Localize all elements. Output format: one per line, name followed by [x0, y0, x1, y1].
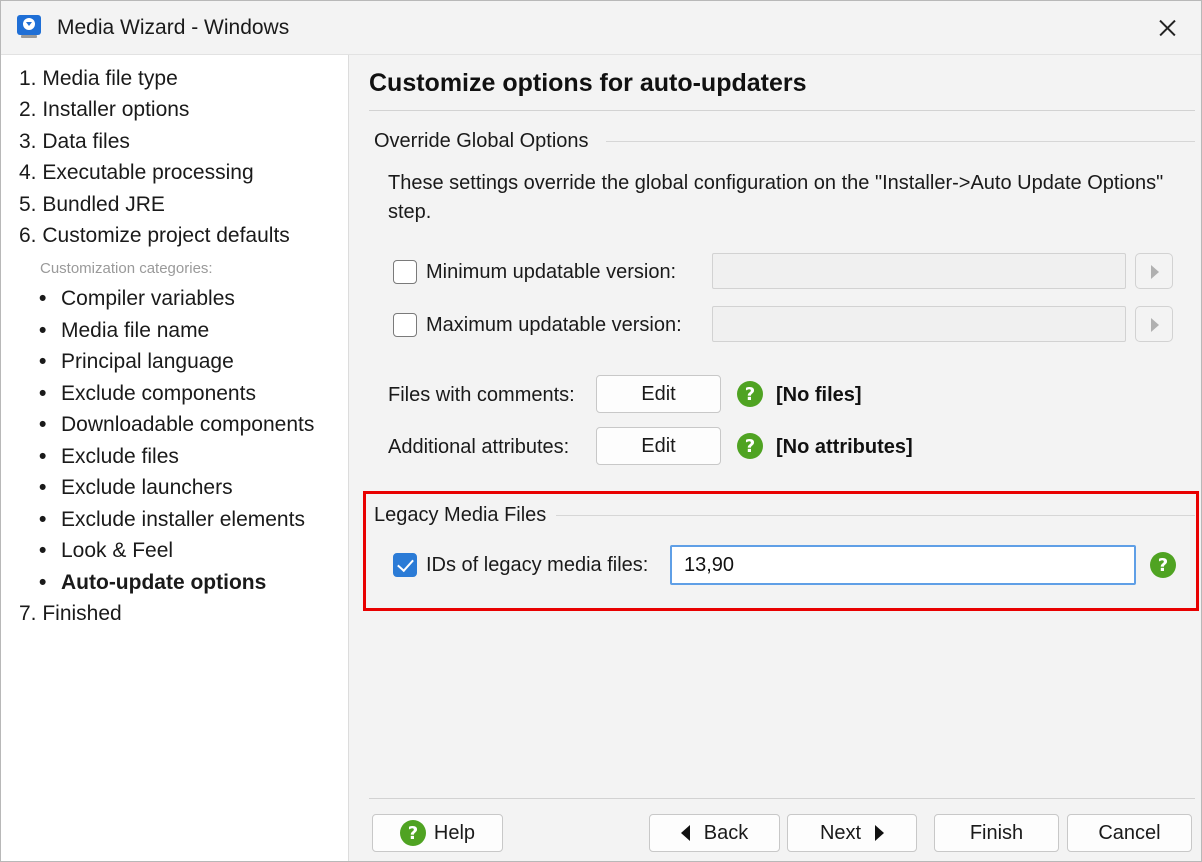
- customization-categories-label: Customization categories:: [40, 260, 213, 277]
- wizard-steps-sidebar: 1. Media file type 2. Installer options …: [1, 55, 349, 861]
- bullet: •: [39, 413, 47, 436]
- main-content: Customize options for auto-updaters Over…: [350, 55, 1201, 861]
- additional-attributes-label: Additional attributes:: [388, 436, 570, 458]
- legacy-ids-input[interactable]: 13,90: [670, 545, 1136, 585]
- category-label: Downloadable components: [61, 413, 315, 436]
- title-bar: Media Wizard - Windows: [1, 1, 1201, 55]
- bullet: •: [39, 445, 47, 468]
- step-bundled-jre[interactable]: 5. Bundled JRE: [19, 193, 165, 217]
- legacy-group-divider: [556, 515, 1195, 516]
- next-arrow-icon: [875, 825, 885, 841]
- category-label: Look & Feel: [61, 539, 174, 562]
- max-version-play-icon[interactable]: [1135, 306, 1173, 342]
- override-description: These settings override the global confi…: [388, 172, 1164, 223]
- heading-divider: [369, 110, 1195, 111]
- min-version-play-icon[interactable]: [1135, 253, 1173, 289]
- category-label: Exclude components: [61, 382, 256, 405]
- files-with-comments-edit-button[interactable]: Edit: [596, 375, 721, 413]
- category-label: Exclude installer elements: [61, 508, 305, 531]
- window-title: Media Wizard - Windows: [57, 16, 290, 39]
- help-button[interactable]: ? Help: [372, 814, 503, 852]
- bullet: •: [39, 350, 47, 373]
- override-global-options-title: Override Global Options: [374, 130, 589, 152]
- files-with-comments-label: Files with comments:: [388, 384, 575, 406]
- cancel-button[interactable]: Cancel: [1067, 814, 1192, 852]
- bullet: •: [39, 319, 47, 342]
- step-customize-project-defaults[interactable]: 6. Customize project defaults: [19, 224, 290, 248]
- step-installer-options[interactable]: 2. Installer options: [19, 98, 189, 122]
- media-wizard-window: Media Wizard - Windows 1. Media file typ…: [0, 0, 1202, 862]
- bullet: •: [39, 571, 47, 594]
- max-version-label: Maximum updatable version:: [426, 314, 682, 336]
- category-label: Compiler variables: [61, 287, 235, 310]
- help-icon: ?: [399, 820, 426, 846]
- media-wizard-app-icon: [17, 15, 41, 38]
- help-icon[interactable]: ?: [1150, 552, 1176, 578]
- additional-attributes-edit-button[interactable]: Edit: [596, 427, 721, 465]
- help-button-label: Help: [433, 821, 476, 844]
- next-button[interactable]: Next: [787, 814, 917, 852]
- category-exclude-files[interactable]: • Exclude files: [39, 445, 179, 469]
- help-icon[interactable]: ?: [737, 433, 763, 459]
- legacy-ids-checkbox[interactable]: [393, 553, 417, 577]
- step-data-files[interactable]: 3. Data files: [19, 130, 130, 154]
- footer-divider: [369, 798, 1195, 799]
- back-button[interactable]: Back: [649, 814, 780, 852]
- category-label: Exclude files: [61, 445, 179, 468]
- category-downloadable-components[interactable]: • Downloadable components: [39, 413, 314, 437]
- category-label: Exclude launchers: [61, 476, 233, 499]
- back-arrow-icon: [680, 825, 690, 841]
- bullet: •: [39, 287, 47, 310]
- help-icon[interactable]: ?: [737, 381, 763, 407]
- max-version-field[interactable]: [712, 306, 1126, 342]
- page-title: Customize options for auto-updaters: [369, 69, 807, 97]
- files-with-comments-value: [No files]: [776, 384, 862, 406]
- category-exclude-installer-elements[interactable]: • Exclude installer elements: [39, 508, 305, 532]
- max-version-checkbox[interactable]: [393, 313, 417, 337]
- category-label: Principal language: [61, 350, 234, 373]
- step-executable-processing[interactable]: 4. Executable processing: [19, 161, 254, 185]
- category-media-file-name[interactable]: • Media file name: [39, 319, 209, 343]
- min-version-field[interactable]: [712, 253, 1126, 289]
- override-group-divider: [606, 141, 1195, 142]
- back-button-label: Back: [703, 821, 749, 844]
- next-button-label: Next: [819, 821, 862, 844]
- min-version-checkbox[interactable]: [393, 260, 417, 284]
- additional-attributes-value: [No attributes]: [776, 436, 913, 458]
- legacy-media-files-title: Legacy Media Files: [374, 504, 547, 526]
- legacy-ids-label: IDs of legacy media files:: [426, 554, 649, 576]
- category-label: Auto-update options: [61, 571, 267, 594]
- bullet: •: [39, 508, 47, 531]
- category-principal-language[interactable]: • Principal language: [39, 350, 234, 374]
- min-version-label: Minimum updatable version:: [426, 261, 677, 283]
- category-compiler-variables[interactable]: • Compiler variables: [39, 287, 235, 311]
- finish-button[interactable]: Finish: [934, 814, 1059, 852]
- close-icon[interactable]: [1149, 11, 1185, 45]
- category-auto-update-options[interactable]: • Auto-update options: [39, 571, 266, 595]
- category-look-and-feel[interactable]: • Look & Feel: [39, 539, 173, 563]
- category-label: Media file name: [61, 319, 210, 342]
- step-media-file-type[interactable]: 1. Media file type: [19, 67, 178, 91]
- step-finished[interactable]: 7. Finished: [19, 602, 122, 626]
- bullet: •: [39, 539, 47, 562]
- bullet: •: [39, 476, 47, 499]
- category-exclude-launchers[interactable]: • Exclude launchers: [39, 476, 233, 500]
- category-exclude-components[interactable]: • Exclude components: [39, 382, 256, 406]
- bullet: •: [39, 382, 47, 405]
